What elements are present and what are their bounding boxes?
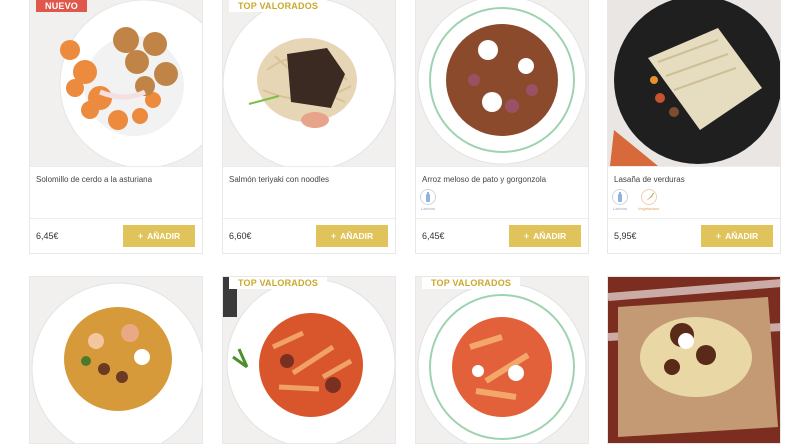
allergen-icons: Lácteos Vegetariano [612, 189, 659, 211]
product-title-text: Lasaña de verduras [614, 175, 685, 184]
product-card[interactable] [607, 276, 781, 444]
dish-photo [417, 282, 587, 443]
allergen-label: Lácteos [612, 206, 627, 211]
product-title: Arroz meloso de pato y gorgonzola Lácteo… [416, 166, 588, 218]
allergen-icons: Lácteos [420, 189, 436, 211]
product-title-text: Arroz meloso de pato y gorgonzola [422, 175, 547, 184]
allergen-dairy: Lácteos [612, 189, 628, 211]
top-rated-badge: TOP VALORADOS [229, 277, 328, 289]
add-button[interactable]: + AÑADIR [701, 225, 773, 247]
top-rated-badge: TOP VALORADOS [229, 0, 328, 12]
product-price: 6,45€ [422, 231, 445, 241]
plus-icon: + [523, 231, 530, 241]
dish-photo [417, 0, 587, 165]
product-card[interactable] [29, 276, 203, 444]
dish-photo [31, 282, 202, 443]
dish-photo [59, 0, 202, 166]
product-title: Salmón teriyaki con noodles [223, 166, 395, 218]
add-button-label: AÑADIR [725, 231, 759, 241]
milk-bottle-icon [612, 189, 628, 205]
product-price: 6,45€ [36, 231, 59, 241]
allergen-dairy: Lácteos [420, 189, 436, 211]
product-price: 5,95€ [614, 231, 637, 241]
allergen-vegetarian: Vegetariano [638, 189, 659, 211]
product-card[interactable]: Lasaña de verduras Lácteos Vegetariano 5… [607, 0, 781, 254]
product-image[interactable]: TOP VALORADOS [223, 277, 395, 443]
product-image[interactable]: NUEVO [30, 0, 202, 166]
new-badge: NUEVO [36, 0, 88, 12]
plus-icon: + [330, 231, 337, 241]
add-button-label: AÑADIR [147, 231, 181, 241]
milk-bottle-icon [420, 189, 436, 205]
dish-photo [223, 0, 395, 166]
product-card[interactable]: TOP VALORADOS Salmón teriyaki con noodle… [222, 0, 396, 254]
product-image[interactable]: TOP VALORADOS [416, 277, 588, 443]
dish-photo [608, 277, 780, 443]
product-image[interactable] [608, 277, 780, 443]
dish-photo [223, 277, 395, 443]
plus-icon: + [715, 231, 722, 241]
add-button[interactable]: + AÑADIR [316, 225, 388, 247]
product-image[interactable] [608, 0, 780, 166]
card-footer: 6,45€ + AÑADIR [416, 218, 588, 253]
plus-icon: + [137, 231, 144, 241]
product-image[interactable] [30, 277, 202, 443]
carrot-icon [640, 189, 657, 205]
product-title: Solomillo de cerdo a la asturiana [30, 166, 202, 218]
product-card[interactable]: TOP VALORADOS [415, 276, 589, 444]
add-button[interactable]: + AÑADIR [123, 225, 195, 247]
product-title: Lasaña de verduras Lácteos Vegetariano [608, 166, 780, 218]
add-button-label: AÑADIR [340, 231, 374, 241]
product-card[interactable]: NUEVO Solomillo de cerdo a la asturiana … [29, 0, 203, 254]
product-price: 6,60€ [229, 231, 252, 241]
allergen-label: Lácteos [420, 206, 435, 211]
product-image[interactable] [416, 0, 588, 166]
allergen-label: Vegetariano [638, 206, 660, 211]
card-footer: 5,95€ + AÑADIR [608, 218, 780, 253]
card-footer: 6,60€ + AÑADIR [223, 218, 395, 253]
product-card[interactable]: TOP VALORADOS [222, 276, 396, 444]
card-footer: 6,45€ + AÑADIR [30, 218, 202, 253]
product-image[interactable]: TOP VALORADOS [223, 0, 395, 166]
product-card[interactable]: Arroz meloso de pato y gorgonzola Lácteo… [415, 0, 589, 254]
add-button[interactable]: + AÑADIR [509, 225, 581, 247]
add-button-label: AÑADIR [533, 231, 567, 241]
dish-photo [608, 0, 780, 166]
top-rated-badge: TOP VALORADOS [422, 277, 521, 289]
